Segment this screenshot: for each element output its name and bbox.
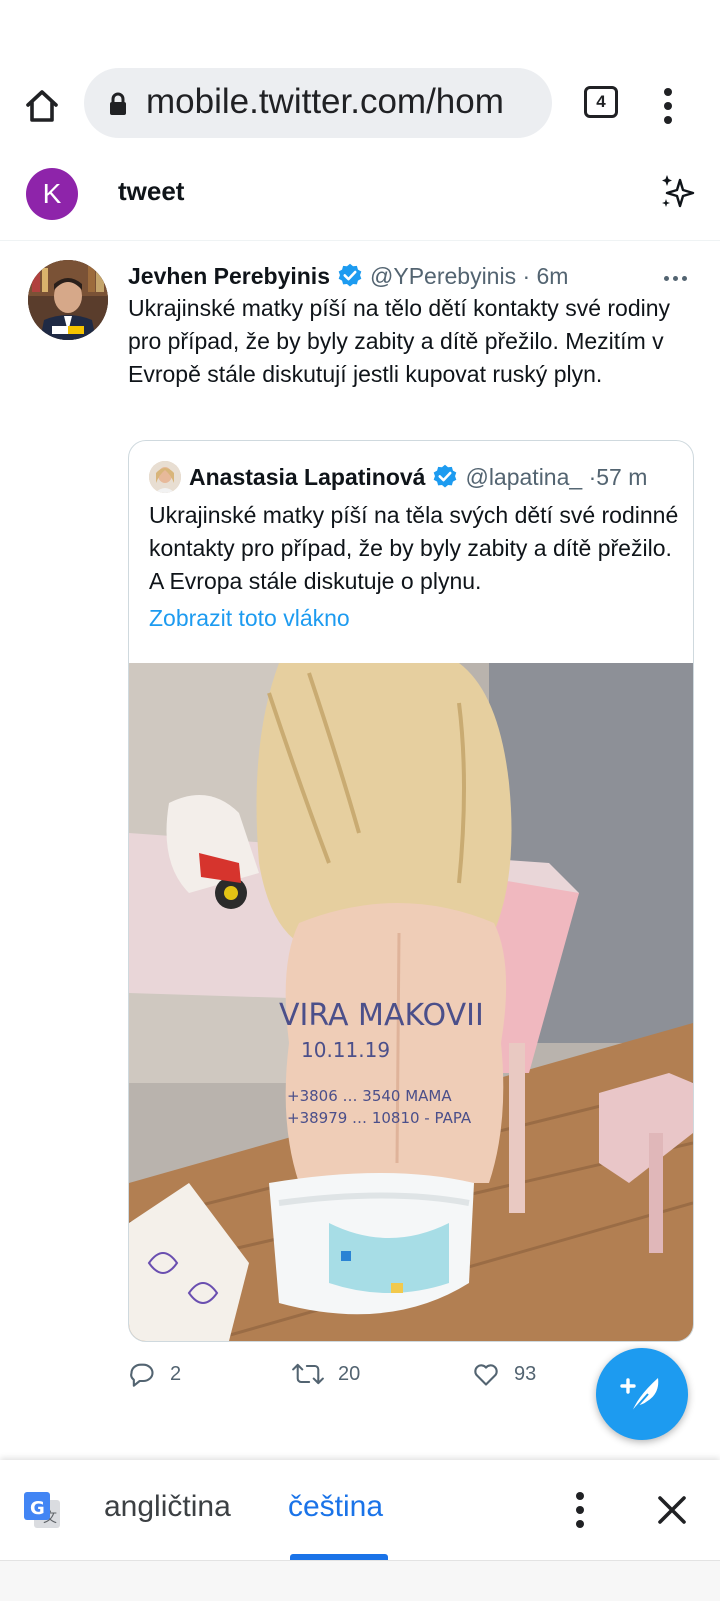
author-photo bbox=[28, 260, 108, 340]
quote-author-name[interactable]: Anastasia Lapatinová bbox=[189, 464, 425, 491]
system-nav-bar bbox=[0, 1560, 720, 1601]
retweet-icon bbox=[292, 1363, 324, 1385]
compose-tweet-button[interactable] bbox=[596, 1348, 688, 1440]
body-writing-phone-2: +38979 … 10810 - PAPA bbox=[287, 1109, 472, 1127]
menu-dot-icon bbox=[664, 88, 672, 96]
tweet-photo[interactable]: VIRA MAKOVII 10.11.19 +3806 … 3540 MAMA … bbox=[129, 663, 693, 1341]
google-translate-icon: 文 G bbox=[24, 1492, 60, 1528]
reply-icon bbox=[130, 1363, 154, 1387]
sparkle-icon[interactable] bbox=[660, 172, 696, 212]
more-dot-icon bbox=[673, 276, 678, 281]
author-avatar[interactable] bbox=[28, 260, 108, 340]
browser-menu-button[interactable] bbox=[656, 82, 680, 130]
quote-author-avatar[interactable] bbox=[149, 461, 181, 493]
page-title: tweet bbox=[118, 176, 185, 206]
menu-dot-icon bbox=[576, 1520, 584, 1528]
more-options-button[interactable] bbox=[664, 268, 691, 286]
verified-badge-icon bbox=[434, 464, 457, 488]
home-button[interactable] bbox=[18, 82, 66, 130]
account-avatar[interactable]: K bbox=[26, 168, 78, 220]
body-writing-name: VIRA MAKOVII bbox=[279, 998, 484, 1033]
quote-author-handle-time: @lapatina_ ·57 m bbox=[465, 463, 648, 490]
menu-dot-icon bbox=[576, 1492, 584, 1500]
body-writing-phone-1: +3806 … 3540 MAMA bbox=[287, 1087, 452, 1105]
author-handle-time: @YPerebyinis · 6m bbox=[370, 262, 569, 289]
reply-count: 2 bbox=[170, 1362, 182, 1385]
translate-menu-button[interactable] bbox=[568, 1486, 592, 1534]
heart-icon bbox=[474, 1364, 498, 1386]
reply-button[interactable]: 2 bbox=[128, 1360, 181, 1388]
address-bar[interactable]: mobile.twitter.com/hom bbox=[84, 68, 552, 138]
twitter-header: K tweet bbox=[0, 152, 720, 241]
source-language-tab[interactable]: angličtina bbox=[104, 1490, 231, 1524]
lock-icon bbox=[110, 92, 126, 115]
more-dot-icon bbox=[664, 276, 669, 281]
quote-author-photo bbox=[149, 461, 181, 493]
quoted-tweet[interactable]: Anastasia Lapatinová @lapatina_ ·57 m Uk… bbox=[128, 440, 694, 1342]
home-icon bbox=[26, 90, 58, 122]
quote-author-row: Anastasia Lapatinová @lapatina_ ·57 m bbox=[189, 459, 647, 495]
menu-dot-icon bbox=[664, 102, 672, 110]
menu-dot-icon bbox=[576, 1506, 584, 1514]
quote-text: Ukrajinské matky píší na těla svých dětí… bbox=[149, 502, 679, 594]
target-language-tab[interactable]: čeština bbox=[288, 1490, 383, 1524]
like-button[interactable]: 93 bbox=[472, 1360, 536, 1388]
svg-text:G: G bbox=[30, 1498, 45, 1519]
show-thread-link[interactable]: Zobrazit toto vlákno bbox=[149, 605, 350, 632]
body-writing-date: 10.11.19 bbox=[301, 1038, 390, 1062]
compose-feather-icon bbox=[620, 1378, 659, 1413]
browser-toolbar: mobile.twitter.com/hom 4 bbox=[0, 60, 720, 153]
retweet-count: 20 bbox=[338, 1362, 361, 1385]
menu-dot-icon bbox=[664, 116, 672, 124]
translate-bar: 文 G angličtina čeština bbox=[0, 1460, 720, 1560]
retweet-button[interactable]: 20 bbox=[292, 1360, 360, 1388]
tweet[interactable]: Jevhen Perebyinis @YPerebyinis · 6m Ukra… bbox=[0, 240, 720, 1440]
status-bar bbox=[0, 0, 720, 60]
tab-switcher-button[interactable]: 4 bbox=[584, 86, 618, 118]
verified-badge-icon bbox=[338, 263, 362, 287]
tweet-text: Ukrajinské matky píší na tělo dětí konta… bbox=[128, 295, 671, 387]
tab-count: 4 bbox=[596, 92, 606, 111]
more-dot-icon bbox=[682, 276, 687, 281]
url-text: mobile.twitter.com/hom bbox=[146, 82, 504, 121]
author-row: Jevhen Perebyinis @YPerebyinis · 6m bbox=[128, 258, 568, 294]
author-name[interactable]: Jevhen Perebyinis bbox=[128, 263, 330, 290]
close-icon[interactable] bbox=[654, 1492, 690, 1528]
like-count: 93 bbox=[514, 1362, 537, 1385]
